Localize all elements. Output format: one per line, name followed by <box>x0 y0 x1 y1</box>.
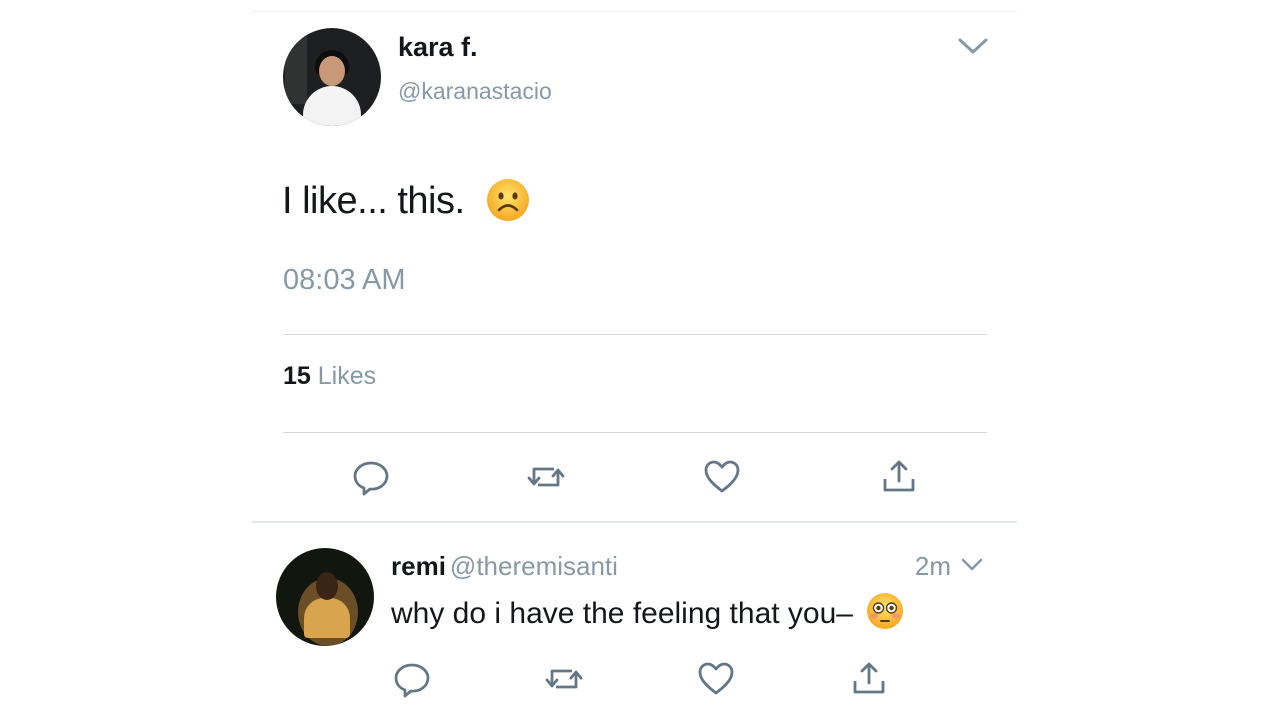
reply-text-content: why do i have the feeling that you– <box>391 597 853 630</box>
reply-time: 2m <box>914 551 951 581</box>
tweet-text-content: I like... this. <box>282 180 465 222</box>
reply-header: remi @theremisanti <box>391 551 618 582</box>
reply-icon[interactable] <box>392 659 432 699</box>
tweet-text: I like... this. <box>282 178 531 223</box>
tweet-timestamp: 08:03 AM <box>283 264 406 296</box>
heart-icon[interactable] <box>702 457 742 497</box>
likes-count: 15 <box>283 362 311 390</box>
flushed-face-emoji <box>867 593 904 630</box>
frowning-face-emoji <box>486 178 529 221</box>
avatar[interactable] <box>283 28 381 126</box>
chevron-down-icon[interactable] <box>959 556 985 574</box>
chevron-down-icon[interactable] <box>954 34 992 58</box>
retweet-icon[interactable] <box>526 457 566 497</box>
divider <box>283 334 987 335</box>
heart-icon[interactable] <box>696 659 736 699</box>
divider <box>283 432 987 433</box>
user-handle[interactable]: @karanastacio <box>398 78 552 105</box>
reply-text: why do i have the feeling that you– <box>391 593 905 631</box>
reply-icon[interactable] <box>351 457 391 497</box>
display-name[interactable]: kara f. <box>398 32 478 63</box>
reply-tweet[interactable]: remi @theremisanti 2m why do i have the f… <box>252 523 1017 720</box>
avatar[interactable] <box>276 548 374 646</box>
likes-label: Likes <box>317 362 377 390</box>
likes-stat[interactable]: 15 Likes <box>283 362 376 391</box>
retweet-icon[interactable] <box>544 659 584 699</box>
reply-display-name[interactable]: remi <box>391 551 446 581</box>
reply-handle[interactable]: @theremisanti <box>450 551 618 581</box>
main-tweet: kara f. @karanastacio I like... this. 08… <box>252 12 1017 522</box>
share-icon[interactable] <box>879 457 919 497</box>
share-icon[interactable] <box>849 659 889 699</box>
